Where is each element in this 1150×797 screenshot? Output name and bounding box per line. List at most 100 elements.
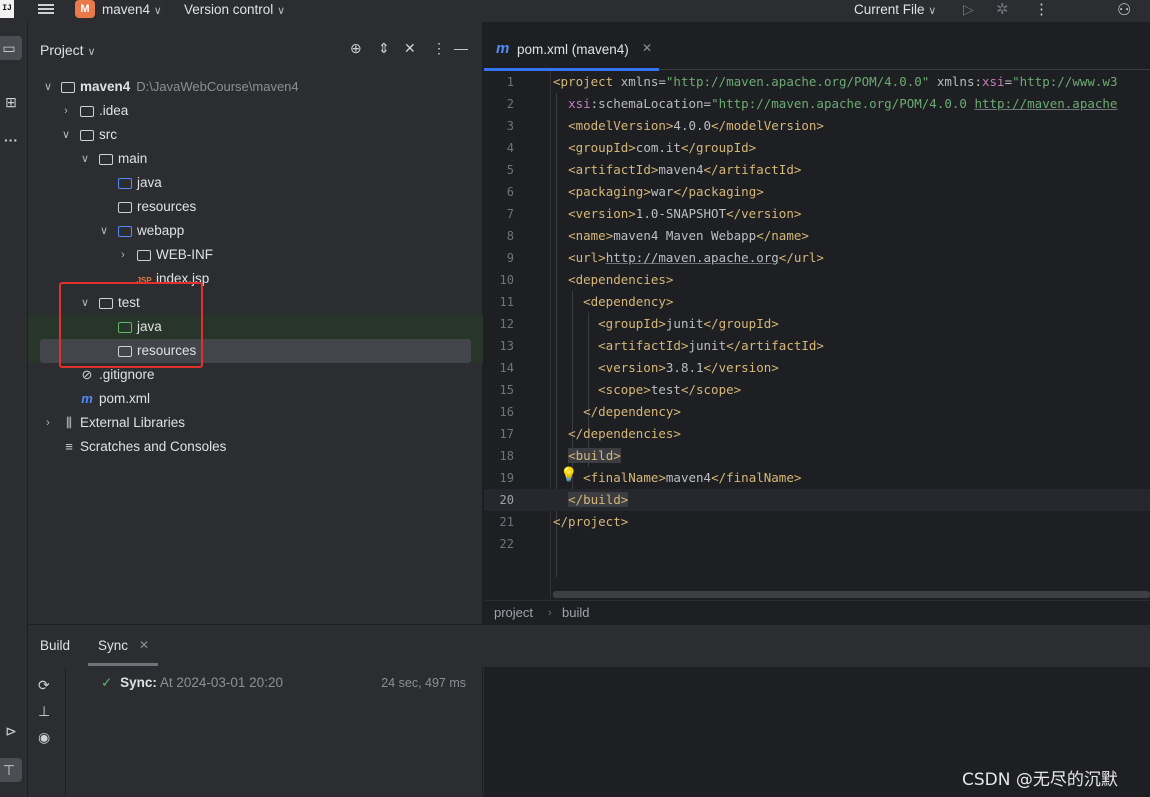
tree-item-webapp[interactable]: ∨ webapp xyxy=(28,219,483,243)
resources-folder-icon xyxy=(117,195,133,219)
project-badge[interactable]: M xyxy=(75,0,95,18)
sync-tree: ✓ Sync: At 2024-03-01 20:20 24 sec, 497 … xyxy=(67,667,483,797)
chevron-down-icon[interactable]: ∨ xyxy=(98,219,110,243)
line-number: 4 xyxy=(506,141,514,155)
expand-all-icon[interactable]: ⇕ xyxy=(378,40,390,57)
line-number: 3 xyxy=(506,119,514,133)
tree-item-label: pom.xml xyxy=(99,391,151,406)
chevron-right-icon[interactable]: › xyxy=(117,243,129,267)
tree-item-main-java[interactable]: java xyxy=(28,171,483,195)
code-line: 19 <finalName>maven4</finalName> xyxy=(484,467,1150,489)
tree-item-idea[interactable]: › .idea xyxy=(28,99,483,123)
chevron-down-icon: ∨ xyxy=(928,5,937,17)
tree-item-webinf[interactable]: › WEB-INF xyxy=(28,243,483,267)
tree-item-label: resources xyxy=(137,199,197,214)
tab-build[interactable]: Build xyxy=(40,638,70,653)
folder-icon xyxy=(136,243,152,267)
tree-item-pom[interactable]: m pom.xml xyxy=(28,387,483,411)
add-user-icon[interactable]: ⚇ xyxy=(1117,0,1131,20)
build-tool-icon[interactable]: ⊤ xyxy=(0,758,22,782)
run-config-selector[interactable]: Current File ∨ xyxy=(854,2,936,17)
chevron-down-icon[interactable]: ∨ xyxy=(60,123,72,147)
tree-item-label: Scratches and Consoles xyxy=(80,439,227,454)
code-line: 16 </dependency> xyxy=(484,401,1150,423)
build-toolbar: ⟳ ⊥ ◉ xyxy=(28,667,66,797)
project-view-selector[interactable]: Project ∨ xyxy=(40,42,96,58)
intention-bulb-icon[interactable]: 💡 xyxy=(560,467,577,483)
locate-icon[interactable]: ⊕ xyxy=(350,40,362,57)
tree-item-external-libraries[interactable]: › ⫼ External Libraries xyxy=(28,411,483,435)
line-number: 22 xyxy=(499,537,514,551)
breadcrumb-item[interactable]: build xyxy=(562,601,589,625)
line-number: 12 xyxy=(499,317,514,331)
line-number: 9 xyxy=(506,251,514,265)
tree-item-scratches[interactable]: ≡ Scratches and Consoles xyxy=(28,435,483,459)
maven-file-icon: m xyxy=(496,40,510,57)
project-tool-icon[interactable]: ▭ xyxy=(0,36,22,60)
code-line: 18 <build> xyxy=(484,445,1150,467)
code-line: 3 <modelVersion>4.0.0</modelVersion> xyxy=(484,115,1150,137)
build-tab-bar: Build Sync ✕ xyxy=(28,625,1150,667)
line-number: 17 xyxy=(499,427,514,441)
debug-icon[interactable]: ✲ xyxy=(996,0,1009,18)
chevron-down-icon[interactable]: ∨ xyxy=(42,75,54,99)
pin-icon[interactable]: ⊥ xyxy=(38,703,50,720)
chevron-down-icon[interactable]: ∨ xyxy=(79,147,91,171)
code-line: 9 <url>http://maven.apache.org</url> xyxy=(484,247,1150,269)
code-line: 4 <groupId>com.it</groupId> xyxy=(484,137,1150,159)
sync-result-row[interactable]: ✓ Sync: At 2024-03-01 20:20 xyxy=(101,675,283,691)
tab-sync[interactable]: Sync xyxy=(98,638,128,653)
tree-item-path: D:\JavaWebCourse\maven4 xyxy=(136,79,299,94)
watermark: CSDN @无尽的沉默 xyxy=(962,770,1118,790)
close-icon[interactable]: ✕ xyxy=(139,638,149,652)
tree-item-root[interactable]: ∨ maven4 D:\JavaWebCourse\maven4 xyxy=(28,75,483,99)
tree-item-src[interactable]: ∨ src xyxy=(28,123,483,147)
tree-item-main-resources[interactable]: resources xyxy=(28,195,483,219)
run-icon[interactable]: ▷ xyxy=(963,1,974,18)
tree-item-label: .idea xyxy=(99,103,129,118)
vcs-widget[interactable]: Version control ∨ xyxy=(184,2,285,17)
tree-item-main[interactable]: ∨ main xyxy=(28,147,483,171)
chevron-down-icon: ∨ xyxy=(153,5,162,17)
line-number: 18 xyxy=(499,449,514,463)
hide-icon[interactable]: — xyxy=(454,40,468,56)
code-editor[interactable]: 1 <project xmlns="http://maven.apache.org… xyxy=(484,71,1150,599)
project-switcher[interactable]: maven4 ∨ xyxy=(102,2,162,17)
line-number: 16 xyxy=(499,405,514,419)
eye-icon[interactable]: ◉ xyxy=(38,729,50,746)
panel-title: Project xyxy=(40,42,84,58)
scratches-icon: ≡ xyxy=(65,439,73,454)
line-number: 8 xyxy=(506,229,514,243)
tab-pom-xml[interactable]: m pom.xml (maven4) ✕ xyxy=(484,22,659,71)
code-line: 10 <dependencies> xyxy=(484,269,1150,291)
line-number: 19 xyxy=(499,471,514,485)
chevron-right-icon[interactable]: › xyxy=(60,99,72,123)
hamburger-menu-icon[interactable] xyxy=(38,2,54,16)
vcs-label: Version control xyxy=(184,2,274,17)
horizontal-scrollbar[interactable] xyxy=(553,591,1150,598)
line-number: 2 xyxy=(506,97,514,111)
close-icon[interactable]: ✕ xyxy=(642,41,652,55)
chevron-right-icon[interactable]: › xyxy=(42,411,54,435)
tree-item-label: main xyxy=(118,151,148,166)
checkmark-icon: ✓ xyxy=(101,675,113,690)
code-line: 11 <dependency> xyxy=(484,291,1150,313)
collapse-all-icon[interactable]: ✕ xyxy=(404,40,416,57)
code-line: 7 <version>1.0-SNAPSHOT</version> xyxy=(484,203,1150,225)
code-line: 5 <artifactId>maven4</artifactId> xyxy=(484,159,1150,181)
tree-item-label: src xyxy=(99,127,117,142)
line-number: 15 xyxy=(499,383,514,397)
breadcrumb-item[interactable]: project xyxy=(494,601,533,625)
code-line: 8 <name>maven4 Maven Webapp</name> xyxy=(484,225,1150,247)
code-line: 6 <packaging>war</packaging> xyxy=(484,181,1150,203)
line-number: 10 xyxy=(499,273,514,287)
structure-icon[interactable]: ⊞ xyxy=(0,90,22,114)
sync-label: Sync: xyxy=(120,675,157,690)
options-icon[interactable]: ⋮ xyxy=(432,40,446,57)
annotation-highlight-box xyxy=(59,282,203,368)
more-tools-icon[interactable]: ··· xyxy=(0,128,22,152)
services-icon[interactable]: ⊳ xyxy=(0,719,22,743)
refresh-icon[interactable]: ⟳ xyxy=(38,677,50,694)
tab-label: pom.xml (maven4) xyxy=(517,42,629,57)
more-actions-icon[interactable]: ⋮ xyxy=(1034,0,1049,18)
